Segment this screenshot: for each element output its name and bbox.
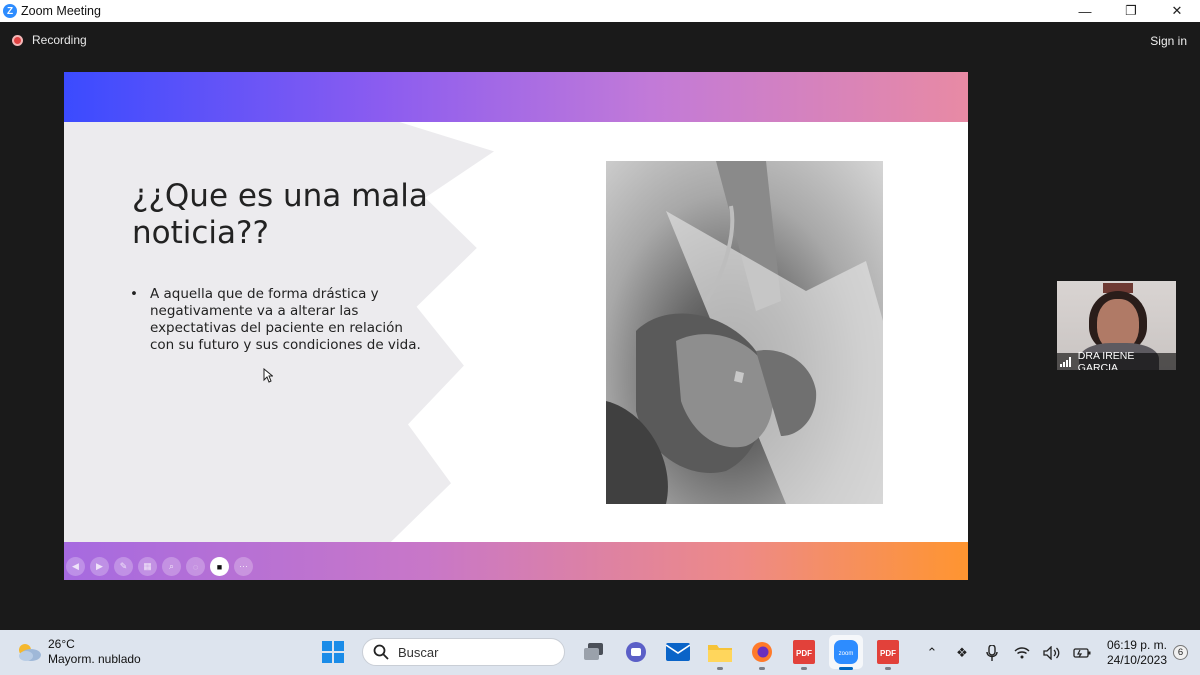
search-placeholder: Buscar [398,644,439,660]
volume-icon[interactable] [1037,645,1067,660]
participant-name: DRA IRENE GARCIA [1077,349,1135,371]
clock-date: 24/10/2023 [1106,652,1167,667]
title-bar: Z Zoom Meeting — ❐ ✕ [0,0,1200,22]
pdf-icon: PDF [793,640,815,664]
record-icon [12,34,23,46]
recording-label: Recording [32,33,87,47]
more-options-icon[interactable]: ⋯ [234,557,253,576]
camera-icon[interactable]: ■ [210,557,229,576]
clock-time: 06:19 p. m. [1106,637,1167,652]
taskbar-search[interactable]: Buscar [362,638,565,666]
close-button[interactable]: ✕ [1154,0,1200,22]
sign-in-button[interactable]: Sign in [1150,34,1187,48]
recording-indicator[interactable]: Recording [12,33,87,47]
weather-temp: 26°C [48,637,75,651]
task-view-button[interactable] [577,635,611,669]
firefox-icon [752,642,772,662]
wifi-icon[interactable] [1007,646,1037,659]
weather-desc: Mayorm. nublado [48,652,141,666]
pdf-app-button-2[interactable]: PDF [871,635,905,670]
folder-icon [708,645,732,662]
mouse-cursor-icon [263,368,273,383]
chat-icon [626,642,646,662]
slide-title: ¿¿Que es una mala noticia?? [132,178,428,251]
firefox-button[interactable] [745,635,779,670]
prev-slide-icon[interactable]: ◀ [66,557,85,576]
pen-icon[interactable]: ✎ [114,557,133,576]
microphone-icon[interactable] [977,644,1007,661]
teams-chat-button[interactable] [619,635,653,669]
subtitles-icon[interactable]: ◌ [186,557,205,576]
slide-top-band [64,72,968,122]
pdf-app-button[interactable]: PDF [787,635,821,670]
zoom-app-icon: zoom [834,640,858,664]
slide-bullet: • A aquella que de forma drástica y nega… [130,286,430,354]
minimize-button[interactable]: — [1062,0,1108,22]
notification-badge[interactable]: 6 [1173,645,1188,660]
file-explorer-button[interactable] [703,635,737,670]
bullet-text: A aquella que de forma drástica y negati… [150,286,421,353]
zoom-icon[interactable]: ⌕ [162,557,181,576]
chevron-up-icon[interactable]: ⌃ [917,645,947,661]
taskbar: 26°C Mayorm. nublado Buscar PDF zoom PDF… [0,630,1200,675]
svg-text:PDF: PDF [880,649,896,658]
window-title: Zoom Meeting [21,4,101,18]
zoom-taskbar-button[interactable]: zoom [829,635,863,670]
dropbox-icon[interactable]: ❖ [947,645,977,661]
taskbar-clock[interactable]: 06:19 p. m. 24/10/2023 [1107,638,1167,668]
battery-icon[interactable] [1067,647,1097,659]
slide-photo [606,161,883,504]
svg-text:PDF: PDF [796,649,812,658]
zoom-logo-icon: Z [3,4,17,18]
weather-widget[interactable]: 26°C Mayorm. nublado [16,637,141,667]
mail-button[interactable] [661,635,695,669]
shared-slide: ¿¿Que es una mala noticia?? • A aquella … [64,72,968,580]
windows-icon [322,641,344,663]
participant-label: DRA IRENE GARCIA [1057,349,1176,371]
pdf-icon: PDF [877,640,899,664]
holding-hands-image [606,161,883,504]
cloudy-weather-icon [19,644,41,661]
slide-toolbar: ◀ ▶ ✎ ▦ ⌕ ◌ ■ ⋯ [66,557,253,576]
restore-button[interactable]: ❐ [1108,0,1154,22]
system-tray: ⌃ ❖ 06:19 p. m. 24/10/2023 6 [917,630,1200,675]
bullet-marker: • [130,286,138,302]
search-icon [373,644,389,660]
participant-video-tile[interactable]: DRA IRENE GARCIA [1057,281,1176,370]
mail-icon [666,643,690,661]
start-button[interactable] [316,635,350,669]
signal-strength-icon [1060,356,1074,367]
next-slide-icon[interactable]: ▶ [90,557,109,576]
task-view-icon [584,643,603,660]
slides-grid-icon[interactable]: ▦ [138,557,157,576]
svg-text:zoom: zoom [839,651,854,657]
meeting-view: Recording Sign in ¿¿Que es una mala noti… [0,22,1200,630]
